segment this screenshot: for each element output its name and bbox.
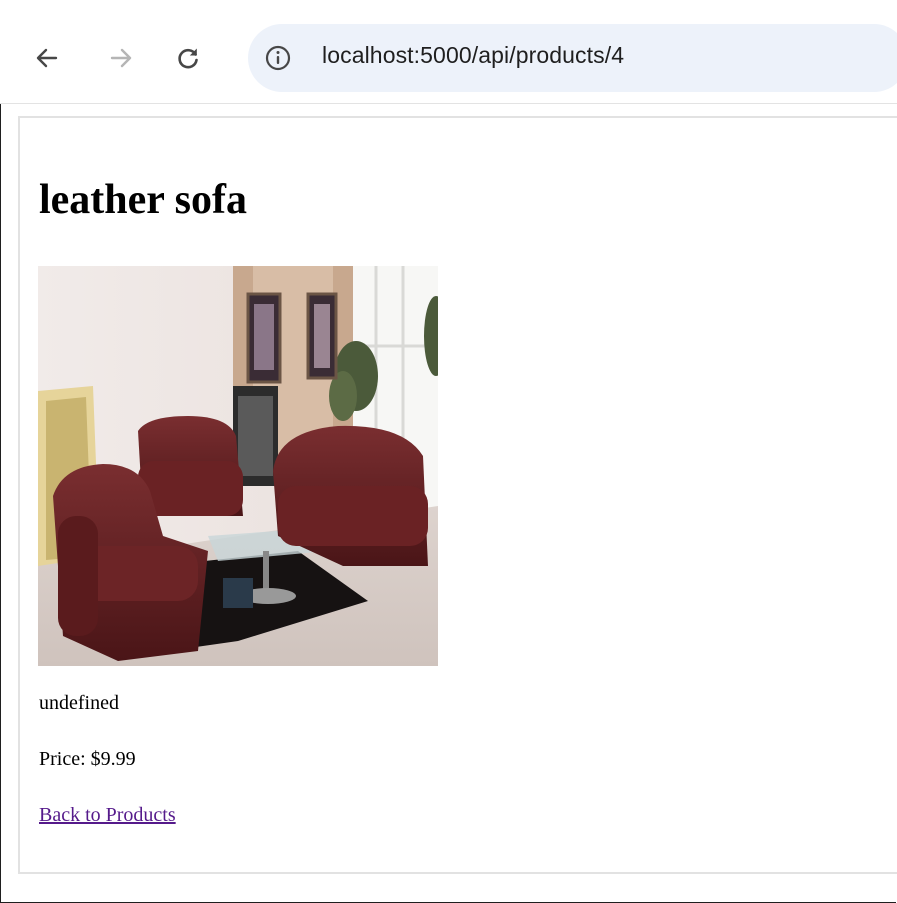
page-content: leather sofa undefined Price: $9.99 Back…: [18, 116, 897, 874]
url-text[interactable]: localhost:5000/api/products/4: [322, 42, 624, 69]
back-to-products-link[interactable]: Back to Products: [39, 804, 176, 827]
forward-button[interactable]: [101, 38, 141, 78]
product-description: undefined: [39, 692, 119, 714]
reload-button[interactable]: [168, 38, 208, 78]
product-price: Price: $9.99: [39, 748, 136, 770]
arrow-left-icon: [36, 48, 58, 68]
arrow-right-icon: [110, 48, 132, 68]
address-bar[interactable]: localhost:5000/api/products/4: [248, 24, 897, 92]
reload-icon: [178, 48, 198, 69]
product-title: leather sofa: [39, 177, 248, 223]
back-button[interactable]: [27, 38, 67, 78]
info-icon[interactable]: [264, 44, 292, 72]
browser-toolbar: localhost:5000/api/products/4: [0, 0, 897, 104]
product-image: [38, 266, 438, 666]
